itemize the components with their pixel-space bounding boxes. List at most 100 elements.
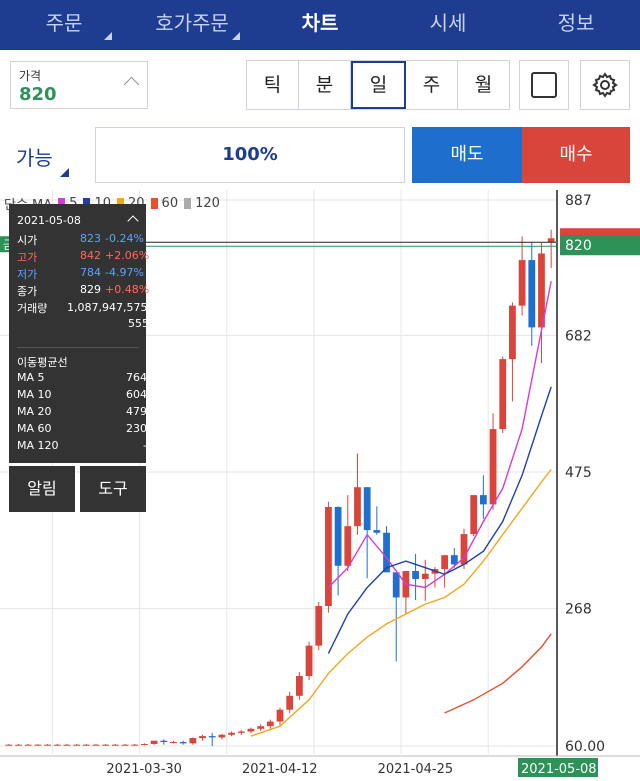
price-selector[interactable]: 가격 820: [10, 61, 148, 109]
candle-body: [450, 555, 458, 565]
candle-body: [5, 744, 13, 746]
candle-body: [392, 572, 400, 598]
tab-chart[interactable]: 차트: [256, 0, 384, 50]
ma20-row: MA 20 479: [17, 405, 147, 420]
tools-button[interactable]: 도구: [80, 466, 146, 512]
period-minute-button[interactable]: 분: [299, 61, 351, 109]
candle-body: [44, 744, 51, 746]
price-label: 가격: [19, 69, 42, 83]
ma120-legend-label: 120: [195, 196, 220, 211]
ma-value: 479: [126, 405, 147, 418]
candle-body: [34, 744, 42, 746]
candle-body: [228, 732, 235, 735]
buy-button[interactable]: 매수: [522, 127, 630, 183]
candle-body: [479, 495, 487, 505]
period-selector: 틱 분 일 주 월: [246, 60, 510, 110]
low-value: 784: [80, 266, 101, 279]
candle-body: [518, 260, 526, 306]
candle-body: [189, 738, 197, 744]
candle-body: [489, 429, 497, 505]
period-week-button[interactable]: 주: [406, 61, 458, 109]
tab-label: 시세: [429, 11, 467, 35]
candle-body: [111, 744, 119, 746]
layout-button[interactable]: [519, 60, 569, 110]
tab-label: 차트: [301, 11, 339, 35]
ma-value: -: [143, 439, 147, 452]
ma-value: 764: [126, 371, 147, 384]
candle-body: [334, 507, 342, 566]
candle-body: [102, 744, 110, 746]
low-row: 저가 784 -4.97%: [17, 266, 144, 281]
candle-body: [305, 645, 313, 677]
high-pct: +2.06%: [105, 249, 150, 262]
tab-label: 호가주문: [155, 11, 229, 35]
price-value: 820: [19, 84, 57, 105]
tab-market[interactable]: 시세: [384, 0, 512, 50]
high-row: 고가 842 +2.06%: [17, 249, 149, 264]
tab-quote-order[interactable]: 호가주문: [128, 0, 256, 50]
candle-body: [150, 740, 158, 745]
collapse-chevron-icon[interactable]: [127, 215, 139, 227]
candle-body: [528, 260, 536, 328]
x-tick-label: 2021-03-30: [106, 762, 182, 777]
x-tick-label: 2021-04-25: [378, 762, 454, 777]
ma120-row: MA 120 -: [17, 439, 147, 454]
sell-button[interactable]: 매도: [412, 127, 522, 183]
candle-body: [170, 742, 177, 744]
ma5-line: [327, 281, 552, 589]
square-icon: [531, 72, 557, 98]
tab-label: 주문: [45, 11, 83, 35]
top-nav: 주문 호가주문 차트 시세 정보: [0, 0, 640, 50]
ma-label: MA 120: [17, 439, 59, 452]
y-tick-label: 60.00: [565, 739, 605, 755]
candle-body: [218, 734, 226, 738]
open-row: 시가 823 -0.24%: [17, 232, 144, 247]
candle-body: [92, 744, 100, 746]
candle-body: [179, 742, 187, 744]
period-day-button[interactable]: 일: [351, 61, 406, 109]
candle-body: [286, 695, 294, 710]
candle-body: [325, 507, 332, 607]
ma120-swatch: [184, 198, 192, 209]
ma60-swatch: [150, 198, 158, 209]
low-pct: -4.97%: [105, 266, 144, 279]
candle-body: [131, 744, 139, 746]
candle-body: [509, 305, 516, 360]
divider: [17, 347, 139, 348]
alarm-button[interactable]: 알림: [9, 466, 75, 512]
candle-body: [15, 744, 22, 746]
candle-body: [199, 736, 206, 739]
high-value: 842: [80, 249, 101, 262]
candle-body: [208, 736, 216, 738]
candle-body: [344, 526, 352, 566]
available-label[interactable]: 가능: [16, 142, 53, 171]
candle-body: [247, 728, 255, 732]
volume-value-line1: 1,087,947,575.: [67, 301, 151, 314]
candle-body: [53, 744, 61, 746]
dropdown-triangle-icon: [60, 168, 69, 177]
quantity-input[interactable]: 100%: [95, 127, 405, 183]
candle-body: [295, 676, 303, 696]
open-value: 823: [80, 232, 101, 245]
volume-value-line2: 555: [128, 317, 149, 330]
candle-body: [24, 744, 32, 746]
settings-button[interactable]: [580, 60, 630, 110]
close-pct: +0.48%: [105, 283, 150, 296]
candle-body: [315, 606, 323, 646]
y-tick-label: 475: [565, 465, 592, 481]
y-tick-label: 268: [565, 602, 592, 618]
y-tick-label: 682: [565, 328, 592, 344]
tab-info[interactable]: 정보: [512, 0, 640, 50]
tab-order[interactable]: 주문: [0, 0, 128, 50]
ma-value: 230: [126, 422, 147, 435]
close-value: 829: [80, 283, 101, 296]
candle-body: [266, 721, 274, 727]
ma5-row: MA 5 764: [17, 371, 147, 386]
period-month-button[interactable]: 월: [458, 61, 509, 109]
y-tick-label: 887: [565, 193, 592, 209]
candle-body: [421, 573, 429, 579]
dropdown-triangle-icon: [104, 32, 112, 40]
x-tick-label: 2021-05-08: [521, 762, 597, 777]
period-tick-button[interactable]: 틱: [247, 61, 299, 109]
candle-body: [237, 731, 245, 733]
